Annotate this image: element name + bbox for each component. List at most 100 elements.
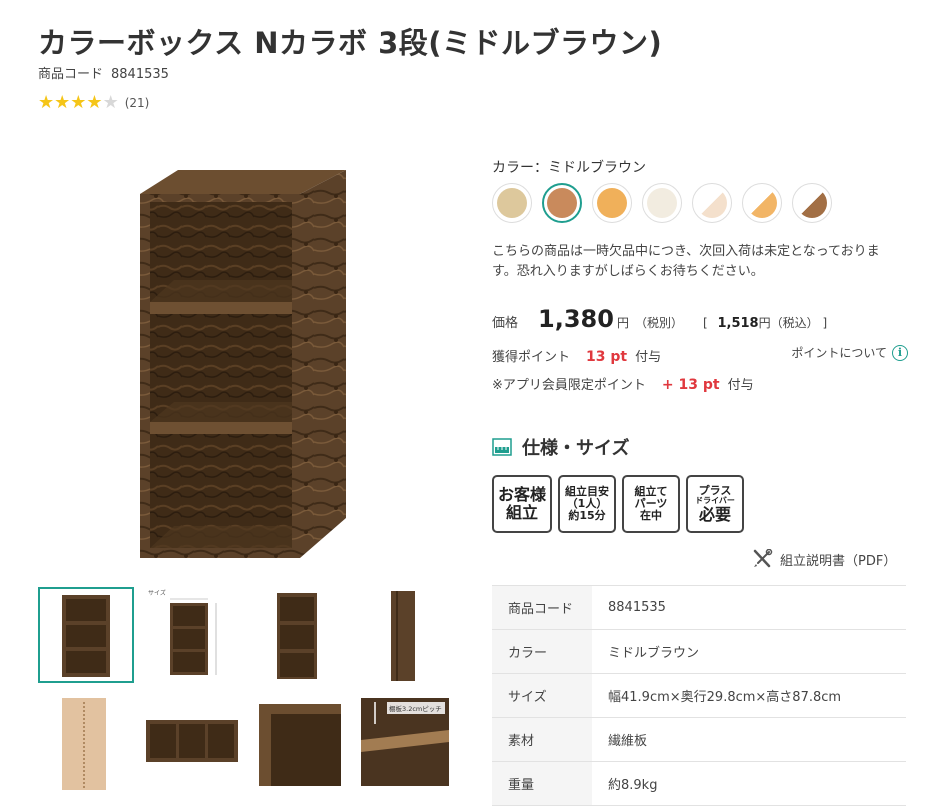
info-icon: i — [892, 344, 908, 361]
points-about-link[interactable]: ポイントについて i — [791, 344, 908, 361]
spec-key: カラー — [492, 629, 592, 674]
price-tax-included-value: 1,518 — [717, 316, 759, 331]
price-tax-included: [ 1,518円（税込） ] — [703, 314, 827, 331]
price-unit: 円 — [616, 316, 629, 330]
badge-screwdriver-required: プラス ドライバー 必要 — [686, 475, 744, 533]
color-swatch-dot — [497, 188, 527, 218]
points-row: 獲得ポイント 13 pt 付与 ポイントについて i — [492, 344, 908, 365]
thumbnail-image: サイズ — [148, 589, 217, 675]
spec-table: 商品コード 8841535 カラー ミドルブラウン サイズ 幅41.9cm×奥行… — [492, 585, 906, 806]
spec-value: 8841535 — [592, 585, 906, 630]
app-points-value: + 13 pt — [661, 377, 720, 393]
color-swatch-dot — [697, 188, 727, 218]
app-points-label: ※アプリ会員限定ポイント — [492, 378, 646, 393]
thumbnail-image — [62, 595, 110, 677]
spec-heading-text: 仕様・サイズ — [522, 438, 630, 459]
thumbnail-1[interactable] — [38, 587, 134, 683]
color-swatch-dot — [547, 188, 577, 218]
thumbnail-image — [277, 593, 317, 679]
product-title: カラーボックス Nカラボ 3段(ミドルブラウン) — [38, 26, 663, 60]
badge-parts-included: 組立て パーツ 在中 — [622, 475, 680, 533]
table-row: サイズ 幅41.9cm×奥行29.8cm×高さ87.8cm — [492, 673, 906, 718]
spec-value: 幅41.9cm×奥行29.8cm×高さ87.8cm — [592, 673, 906, 718]
star-icon: ★ — [38, 92, 55, 113]
price-label: 価格 — [492, 316, 519, 331]
color-swatch-dark-brown-white[interactable] — [792, 183, 832, 223]
product-code: 商品コード 8841535 — [38, 63, 169, 82]
badge-line: 必要 — [698, 504, 731, 524]
color-swatch-dot — [597, 188, 627, 218]
color-label: カラー：ミドルブラウン — [492, 160, 646, 176]
spec-key: 重量 — [492, 761, 592, 806]
thumbnail-pitch-label: 棚板3.2cmピッチ — [389, 704, 442, 713]
thumbnail-image — [259, 704, 341, 786]
spec-value: 約8.9kg — [592, 761, 906, 806]
table-row: 商品コード 8841535 — [492, 585, 906, 630]
color-swatch-dot — [797, 188, 827, 218]
badge-line: お客様 — [497, 485, 546, 505]
thumbnail-image — [391, 591, 415, 681]
rating[interactable]: ★ ★ ★ ★ ★ (21) — [38, 94, 149, 112]
thumbnail-image — [62, 698, 106, 790]
badge-line: 在中 — [640, 509, 662, 523]
points-value: 13 pt — [586, 349, 628, 365]
thumbnail-image: 棚板3.2cmピッチ — [361, 698, 449, 786]
spec-key: 商品コード — [492, 585, 592, 630]
star-icon: ★ — [86, 92, 103, 113]
price-row: 価格 1,380 円 （税別） [ 1,518円（税込） ] — [492, 305, 827, 333]
star-icon: ★ — [54, 92, 71, 113]
star-rating: ★ ★ ★ ★ ★ — [38, 94, 119, 112]
spec-value: 繊維板 — [592, 717, 906, 762]
assembly-manual-link[interactable]: 組立説明書（PDF） — [752, 549, 896, 569]
badge-line: 組立 — [505, 503, 538, 522]
points-label: 獲得ポイント — [492, 350, 571, 365]
assembly-manual-label: 組立説明書（PDF） — [780, 553, 897, 569]
thumbnail-8[interactable]: 棚板3.2cmピッチ — [357, 694, 453, 790]
thumbnail-5[interactable] — [38, 694, 134, 790]
thumbnail-image — [146, 720, 238, 762]
bracket-open: [ — [702, 316, 708, 330]
color-swatch-middle-brown[interactable] — [542, 183, 582, 223]
bracket-close: ] — [822, 316, 828, 330]
color-swatch-white[interactable] — [642, 183, 682, 223]
spec-key: 素材 — [492, 717, 592, 762]
thumbnail-7[interactable] — [249, 694, 345, 790]
points-suffix: 付与 — [635, 350, 662, 365]
star-empty-icon: ★ — [102, 92, 119, 113]
badge-line: 約15分 — [568, 509, 606, 523]
tools-icon — [753, 549, 773, 568]
badge-customer-assembly: お客様 組立 — [492, 475, 552, 533]
color-swatch-dot — [747, 188, 777, 218]
price-tax-included-unit: 円（税込） — [758, 316, 819, 330]
thumbnail-3[interactable] — [249, 587, 345, 683]
points-about-label: ポイントについて — [791, 346, 887, 360]
review-count[interactable]: (21) — [125, 96, 150, 110]
table-row: 重量 約8.9kg — [492, 761, 906, 806]
spec-value: ミドルブラウン — [592, 629, 906, 674]
spec-heading: 仕様・サイズ — [492, 434, 629, 460]
table-row: カラー ミドルブラウン — [492, 629, 906, 674]
thumbnail-2[interactable]: サイズ — [142, 587, 238, 683]
product-code-label: 商品コード — [38, 67, 104, 82]
app-points-suffix: 付与 — [727, 378, 754, 393]
color-swatch-orange[interactable] — [592, 183, 632, 223]
price-tax-excluded: （税別） — [634, 316, 683, 330]
main-product-image[interactable] — [134, 162, 354, 564]
color-swatch-white-light-wood[interactable] — [692, 183, 732, 223]
badge-assembly-time: 組立目安 （1人） 約15分 — [558, 475, 616, 533]
thumbnail-size-label: サイズ — [148, 589, 166, 597]
color-swatch-dot — [647, 188, 677, 218]
spec-key: サイズ — [492, 673, 592, 718]
thumbnail-6[interactable] — [142, 694, 238, 790]
app-points-row: ※アプリ会員限定ポイント + 13 pt 付与 — [492, 374, 754, 393]
price-value: 1,380 — [538, 305, 614, 333]
ruler-icon — [492, 438, 512, 456]
color-swatches — [492, 183, 832, 223]
color-swatch-natural[interactable] — [492, 183, 532, 223]
thumbnail-4[interactable] — [357, 587, 453, 683]
color-swatch-white-natural[interactable] — [742, 183, 782, 223]
product-code-value: 8841535 — [111, 67, 169, 82]
star-icon: ★ — [70, 92, 87, 113]
table-row: 素材 繊維板 — [492, 717, 906, 762]
assembly-badges: お客様 組立 組立目安 （1人） 約15分 組立て パーツ 在中 プラス ドライ… — [492, 475, 744, 533]
